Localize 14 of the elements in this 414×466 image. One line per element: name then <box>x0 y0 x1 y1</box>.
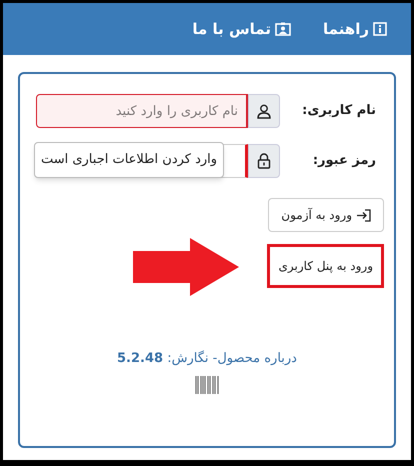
sign-in-icon <box>356 208 371 222</box>
login-button[interactable]: ورود به پنل کاربری <box>267 244 384 288</box>
nav-link[interactable]: تماس با ما <box>192 18 291 40</box>
lock-icon <box>257 153 271 169</box>
info-icon <box>373 22 387 36</box>
login-button[interactable]: ورود به آزمون <box>268 198 384 232</box>
user-icon <box>257 104 271 118</box>
validation-tooltip: وارد کردن اطلاعات اجباری است <box>34 142 224 178</box>
field-label: رمز عبور: <box>312 152 377 170</box>
contact-card-icon <box>275 22 291 36</box>
barcode-icon <box>195 376 219 394</box>
field-label: نام کاربری: <box>301 102 377 120</box>
input-field[interactable]: نام کاربری را وارد کنید <box>36 94 248 128</box>
nav-link[interactable]: راهنما <box>323 18 387 40</box>
